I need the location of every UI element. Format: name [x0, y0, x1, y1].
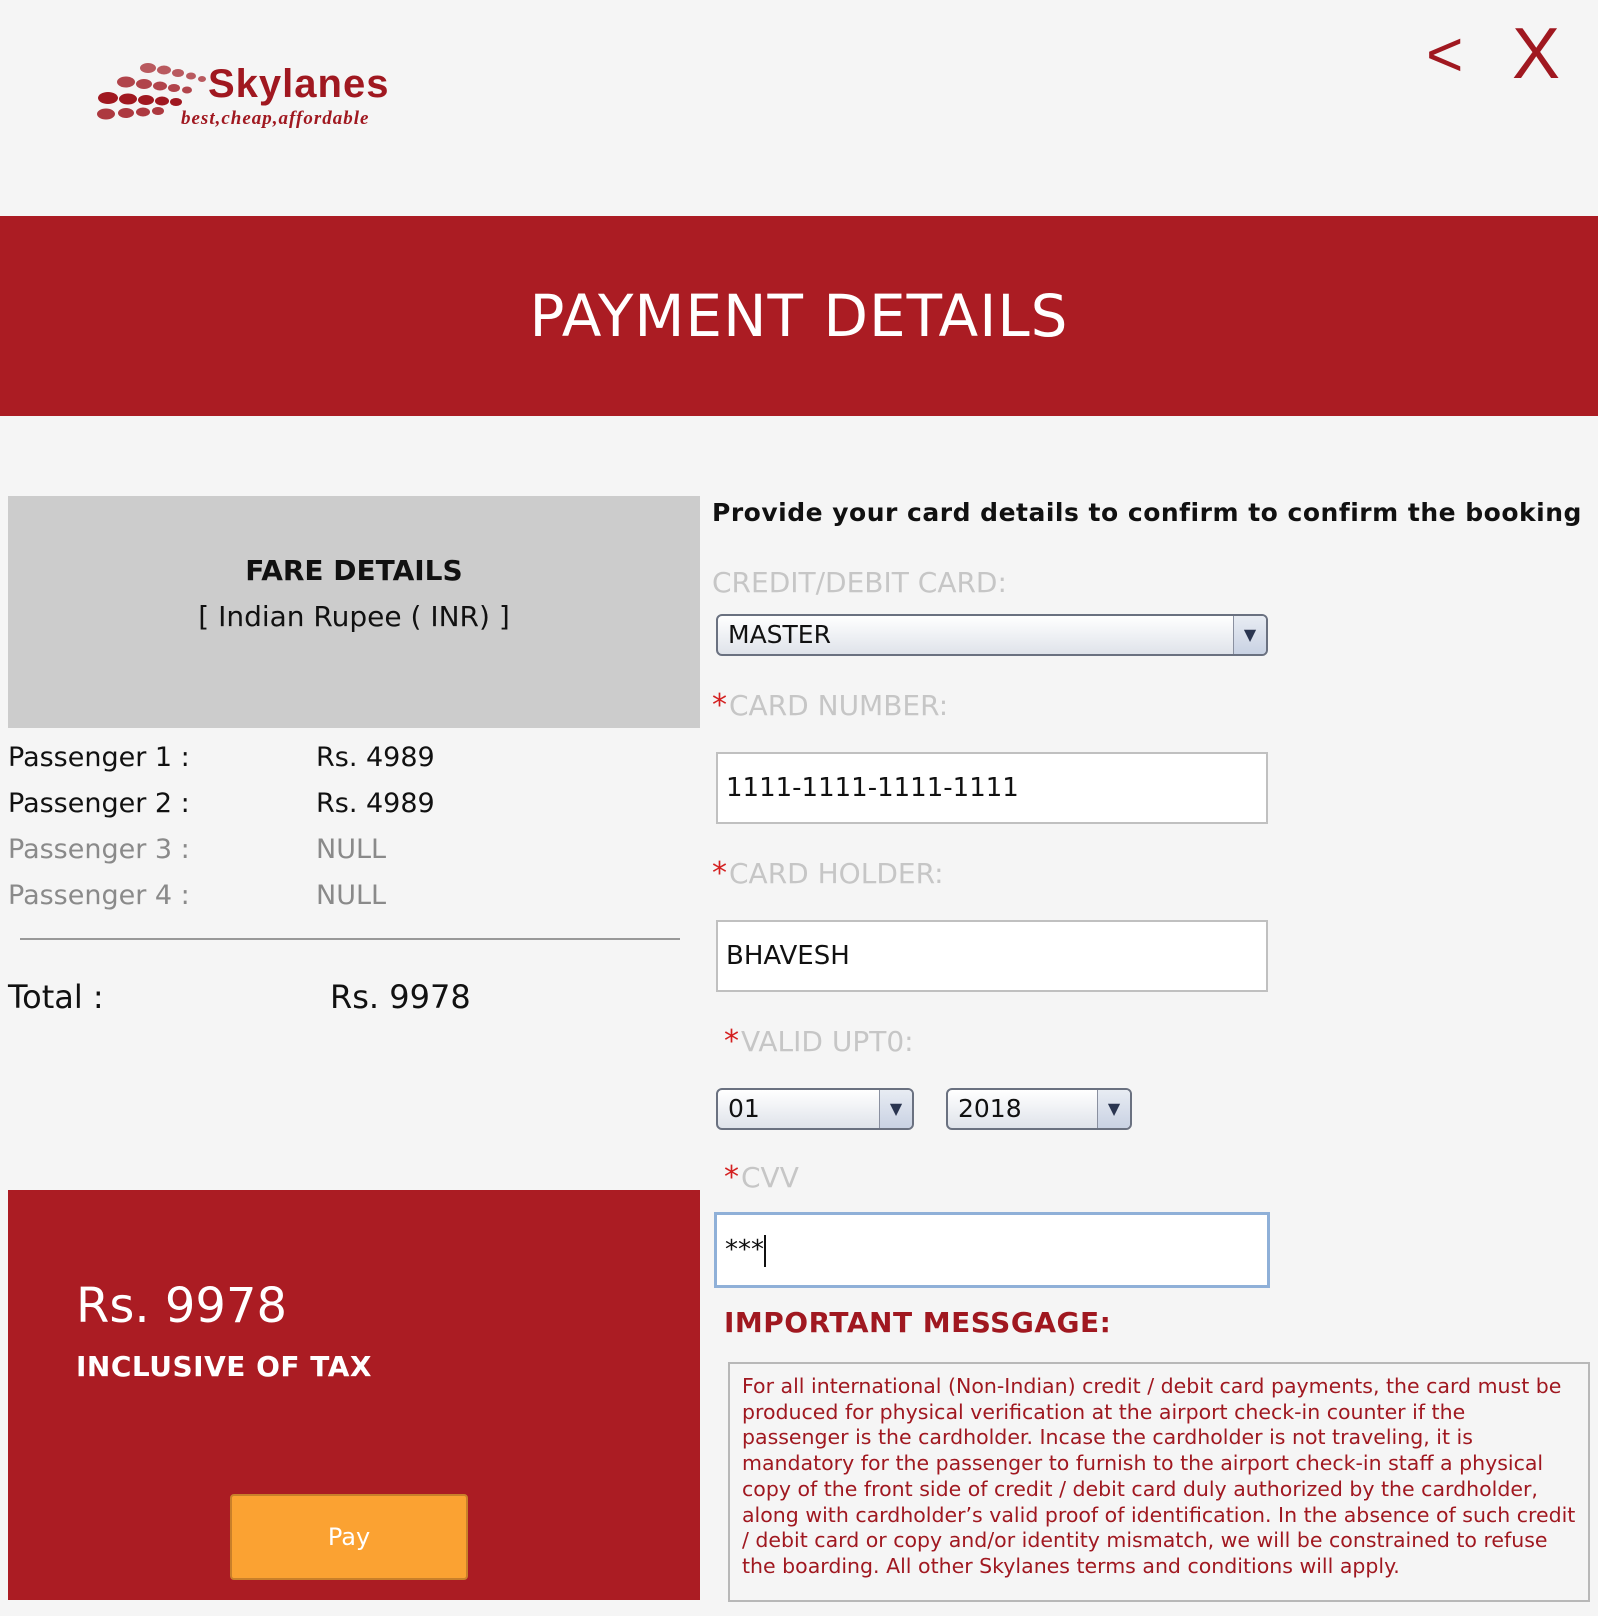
card-number-label-row: *CARD NUMBER:: [712, 688, 948, 723]
important-message-box: For all international (Non-Indian) credi…: [728, 1362, 1590, 1602]
page-title: PAYMENT DETAILS: [529, 282, 1069, 350]
passenger-1-label: Passenger 1 :: [8, 742, 190, 773]
passenger-1-fare: Rs. 4989: [316, 742, 435, 773]
expiry-year-value: 2018: [958, 1094, 1022, 1123]
fare-currency: [ Indian Rupee ( INR) ]: [198, 600, 510, 633]
important-message-body: For all international (Non-Indian) credi…: [742, 1374, 1576, 1578]
brand-name: Skylanes: [208, 62, 390, 106]
form-intro: Provide your card details to confirm to …: [712, 498, 1582, 527]
passenger-4-fare: NULL: [316, 880, 387, 911]
total-value: Rs. 9978: [330, 978, 471, 1016]
chevron-down-icon[interactable]: ▼: [879, 1090, 912, 1128]
card-holder-label: CARD HOLDER:: [729, 857, 944, 890]
page-banner: PAYMENT DETAILS: [0, 216, 1598, 416]
card-type-label: CREDIT/DEBIT CARD:: [712, 566, 1007, 599]
pay-button[interactable]: Pay: [230, 1494, 468, 1580]
passenger-3-label: Passenger 3 :: [8, 834, 190, 865]
cvv-label: CVV: [741, 1161, 799, 1194]
expiry-month-select[interactable]: 01 ▼: [716, 1088, 914, 1130]
pay-summary-panel: Rs. 9978 INCLUSIVE OF TAX Pay: [8, 1190, 700, 1600]
brand-logo: Skylanes best,cheap,affordable: [96, 54, 496, 144]
card-number-input[interactable]: 1111-1111-1111-1111: [716, 752, 1268, 824]
required-mark: *: [724, 1160, 739, 1195]
card-type-value: MASTER: [728, 620, 831, 649]
valid-upto-label-row: *VALID UPT0:: [724, 1024, 914, 1059]
back-button[interactable]: <: [1426, 22, 1463, 86]
fare-details-header: FARE DETAILS [ Indian Rupee ( INR) ]: [8, 496, 700, 728]
total-label: Total :: [8, 978, 104, 1016]
required-mark: *: [712, 856, 727, 891]
fare-divider: [20, 938, 680, 940]
brand-tagline: best,cheap,affordable: [181, 108, 370, 129]
passenger-3-fare: NULL: [316, 834, 387, 865]
chevron-down-icon[interactable]: ▼: [1233, 616, 1266, 654]
cvv-input[interactable]: ***: [714, 1212, 1270, 1288]
card-type-select[interactable]: MASTER ▼: [716, 614, 1268, 656]
fare-details-title: FARE DETAILS: [245, 554, 463, 587]
text-caret: [764, 1234, 766, 1267]
tax-note: INCLUSIVE OF TAX: [76, 1350, 372, 1383]
card-number-label: CARD NUMBER:: [729, 689, 949, 722]
required-mark: *: [712, 688, 727, 723]
required-mark: *: [724, 1024, 739, 1059]
valid-upto-label: VALID UPT0:: [741, 1025, 914, 1058]
passenger-2-label: Passenger 2 :: [8, 788, 190, 819]
passenger-2-fare: Rs. 4989: [316, 788, 435, 819]
close-button[interactable]: X: [1512, 18, 1560, 90]
cvv-label-row: *CVV: [724, 1160, 799, 1195]
cvv-value: ***: [725, 1235, 764, 1265]
card-holder-input[interactable]: BHAVESH: [716, 920, 1268, 992]
expiry-month-value: 01: [728, 1094, 760, 1123]
important-message-title: IMPORTANT MESSGAGE:: [724, 1306, 1112, 1339]
passenger-4-label: Passenger 4 :: [8, 880, 190, 911]
pay-amount: Rs. 9978: [76, 1278, 288, 1334]
card-holder-label-row: *CARD HOLDER:: [712, 856, 944, 891]
chevron-down-icon[interactable]: ▼: [1097, 1090, 1130, 1128]
expiry-year-select[interactable]: 2018 ▼: [946, 1088, 1132, 1130]
